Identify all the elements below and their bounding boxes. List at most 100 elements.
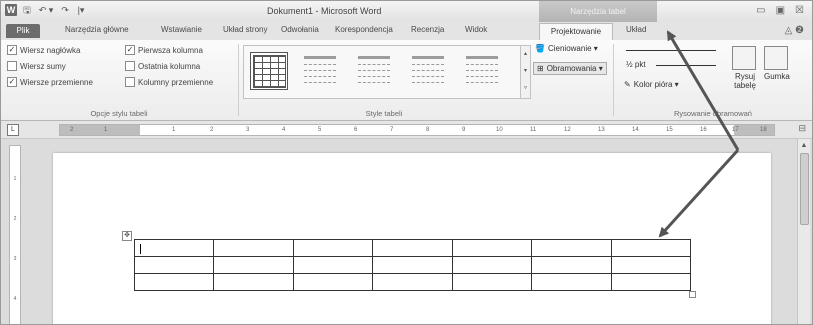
table-row — [133, 256, 692, 274]
tab-insert[interactable]: Wstawianie — [161, 25, 202, 34]
ruler-tick: 4 — [282, 127, 286, 133]
table-cell[interactable] — [292, 239, 374, 257]
table-cell[interactable] — [610, 273, 692, 291]
ruler-right-margin — [734, 125, 774, 135]
table-cell[interactable] — [451, 239, 533, 257]
tab-view[interactable]: Widok — [465, 25, 487, 34]
table-cell[interactable] — [292, 273, 374, 291]
table-cell[interactable] — [451, 273, 533, 291]
table-move-handle-icon[interactable]: ✥ — [122, 231, 132, 241]
table-cell[interactable] — [213, 256, 294, 274]
table-cell[interactable] — [372, 239, 453, 257]
tab-home[interactable]: Narzędzia główne — [65, 25, 129, 34]
help-icon[interactable]: ◬ ❷ — [785, 25, 804, 36]
group-label: Opcje stylu tabeli — [90, 109, 148, 118]
ruler-tick: 3 — [13, 256, 17, 262]
document-area: 1 2 3 4 ✥ ▲ — [1, 139, 812, 324]
checkbox-first-column[interactable]: ✓ Pierwsza kolumna — [125, 45, 203, 55]
pen-color-button[interactable]: ✎ Kolor pióra ▾ — [624, 80, 679, 89]
customize-qat-icon[interactable]: |▾ — [75, 4, 87, 16]
table-cell[interactable] — [213, 239, 294, 257]
close-icon[interactable]: ☒ — [795, 5, 804, 16]
save-icon[interactable]: 🖫 — [21, 4, 33, 16]
ruler-tick: 1 — [13, 176, 17, 182]
table-cell[interactable] — [133, 273, 215, 291]
vertical-ruler[interactable]: 1 2 3 4 — [9, 145, 21, 324]
table-row — [133, 239, 692, 257]
table-cell[interactable] — [610, 239, 692, 257]
table-cell[interactable] — [372, 273, 453, 291]
checkbox-banded-columns[interactable]: Kolumny przemienne — [125, 77, 213, 87]
eraser-button[interactable]: Gumka — [764, 72, 790, 81]
ruler-tick: 2 — [70, 127, 74, 133]
tab-references[interactable]: Odwołania — [281, 25, 319, 34]
table-style-light[interactable] — [410, 52, 446, 88]
window-controls: ▭ ▣ ☒ — [756, 5, 804, 16]
borders-button[interactable]: ⊞ Obramowania ▾ — [533, 62, 607, 75]
document-page[interactable]: ✥ — [53, 153, 771, 324]
group-label: Rysowanie obramowań — [674, 109, 752, 118]
restore-icon[interactable]: ▣ — [776, 5, 785, 16]
table-style-light[interactable] — [464, 52, 500, 88]
ruler-tick: 7 — [390, 127, 394, 133]
view-ruler-icon[interactable]: ⊟ — [798, 123, 806, 134]
word-window: W 🖫 ↶ ▾ ↷ |▾ Dokument1 - Microsoft Word … — [0, 0, 813, 325]
checkbox-icon — [125, 77, 135, 87]
minimize-icon[interactable]: ▭ — [756, 5, 765, 16]
ruler-tick: 1 — [104, 127, 108, 133]
table-cell[interactable] — [292, 256, 374, 274]
draw-table-icon[interactable] — [732, 46, 756, 70]
ruler-tick: 15 — [666, 127, 673, 133]
horizontal-ruler[interactable]: 2 1 1 2 3 4 5 6 7 8 9 10 11 12 13 14 15 … — [59, 124, 775, 136]
tab-mailings[interactable]: Korespondencja — [335, 25, 393, 34]
table-cell[interactable] — [531, 256, 612, 274]
ruler-tick: 17 — [732, 127, 739, 133]
table-styles-gallery[interactable] — [243, 45, 521, 99]
pen-weight-select[interactable]: ½ pkt — [626, 60, 726, 69]
checkbox-header-row[interactable]: ✓ Wiersz nagłówka — [7, 45, 80, 55]
tab-file[interactable]: Plik — [6, 24, 40, 38]
vertical-scrollbar[interactable]: ▲ — [797, 139, 810, 324]
table-cell[interactable] — [531, 273, 612, 291]
checkbox-icon: ✓ — [7, 45, 17, 55]
shading-button[interactable]: 🪣 Cieniowanie ▾ — [535, 44, 598, 53]
borders-icon: ⊞ — [537, 64, 544, 73]
table-cell[interactable] — [372, 256, 453, 274]
table-resize-handle[interactable] — [689, 291, 696, 298]
tab-design[interactable]: Projektowanie — [539, 23, 613, 41]
table-style-light[interactable] — [356, 52, 392, 88]
tab-review[interactable]: Recenzja — [411, 25, 444, 34]
ruler-tick: 2 — [13, 216, 17, 222]
table-style-grid[interactable] — [250, 52, 288, 90]
ruler-tick: 1 — [172, 127, 176, 133]
ribbon: ✓ Wiersz nagłówka ✓ Pierwsza kolumna Wie… — [1, 40, 812, 121]
checkbox-last-column[interactable]: Ostatnia kolumna — [125, 61, 200, 71]
redo-icon[interactable]: ↷ — [59, 4, 71, 16]
ruler-tick: 9 — [462, 127, 466, 133]
tab-page-layout[interactable]: Układ strony — [223, 25, 267, 34]
pen-weight-line — [656, 65, 716, 66]
eraser-icon[interactable] — [764, 46, 788, 70]
checkbox-icon: ✓ — [7, 77, 17, 87]
tab-selector[interactable]: L — [7, 124, 19, 136]
scroll-thumb[interactable] — [800, 153, 809, 225]
table-cell[interactable] — [133, 239, 215, 257]
table-style-light[interactable] — [302, 52, 338, 88]
table-cell[interactable] — [531, 239, 612, 257]
draw-table-button[interactable]: Rysuj tabelę — [732, 72, 758, 90]
checkbox-banded-rows[interactable]: ✓ Wiersze przemienne — [7, 77, 93, 87]
context-tab-group-title: Narzędzia tabel — [539, 1, 657, 22]
document-table[interactable] — [133, 239, 692, 291]
scroll-up-icon[interactable]: ▲ — [798, 142, 810, 149]
undo-icon[interactable]: ↶ ▾ — [37, 4, 55, 16]
pen-style-line[interactable] — [626, 50, 716, 51]
tab-layout[interactable]: Układ — [626, 25, 646, 34]
table-cell[interactable] — [610, 256, 692, 274]
table-cell[interactable] — [133, 256, 215, 274]
word-app-icon[interactable]: W — [5, 4, 17, 16]
gallery-scroll[interactable]: ▴ ▾ ▿ — [520, 45, 531, 99]
checkbox-total-row[interactable]: Wiersz sumy — [7, 61, 66, 71]
table-cell[interactable] — [451, 256, 533, 274]
table-cell[interactable] — [213, 273, 294, 291]
ruler-tick: 6 — [354, 127, 358, 133]
